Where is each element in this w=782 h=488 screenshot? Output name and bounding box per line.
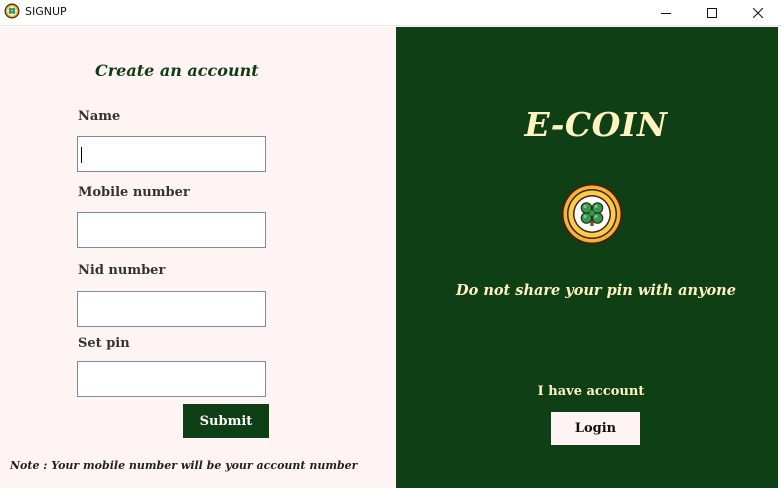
brand-title: E-COIN (524, 105, 668, 144)
clover-coin-icon (4, 3, 20, 19)
pin-warning: Do not share your pin with anyone (456, 282, 736, 299)
account-prompt: I have account (537, 384, 645, 399)
name-input[interactable] (77, 136, 266, 172)
nid-number-label: Nid number (78, 263, 166, 278)
mobile-number-input[interactable] (77, 212, 266, 248)
close-icon (753, 8, 763, 18)
text-cursor (81, 147, 82, 163)
window-right-edge (778, 27, 782, 488)
login-button[interactable]: Login (551, 412, 640, 445)
maximize-icon (707, 8, 717, 18)
minimize-icon (661, 13, 671, 14)
window-title: SIGNUP (25, 5, 67, 18)
brand-panel: E-COIN Do not share your pin with anyone… (396, 27, 778, 488)
mobile-number-label: Mobile number (78, 185, 190, 200)
form-heading: Create an account (95, 61, 259, 80)
close-button[interactable] (735, 0, 781, 26)
name-label: Name (78, 109, 121, 124)
nid-number-input[interactable] (77, 291, 266, 327)
set-pin-label: Set pin (78, 336, 130, 351)
account-note: Note : Your mobile number will be your a… (10, 459, 358, 472)
clover-coin-icon (561, 183, 623, 245)
submit-button[interactable]: Submit (183, 404, 269, 438)
set-pin-input[interactable] (77, 361, 266, 397)
signup-form-panel: Create an account Name Mobile number Nid… (0, 27, 396, 488)
window-titlebar: SIGNUP (0, 0, 782, 26)
minimize-button[interactable] (643, 0, 689, 26)
maximize-button[interactable] (689, 0, 735, 26)
